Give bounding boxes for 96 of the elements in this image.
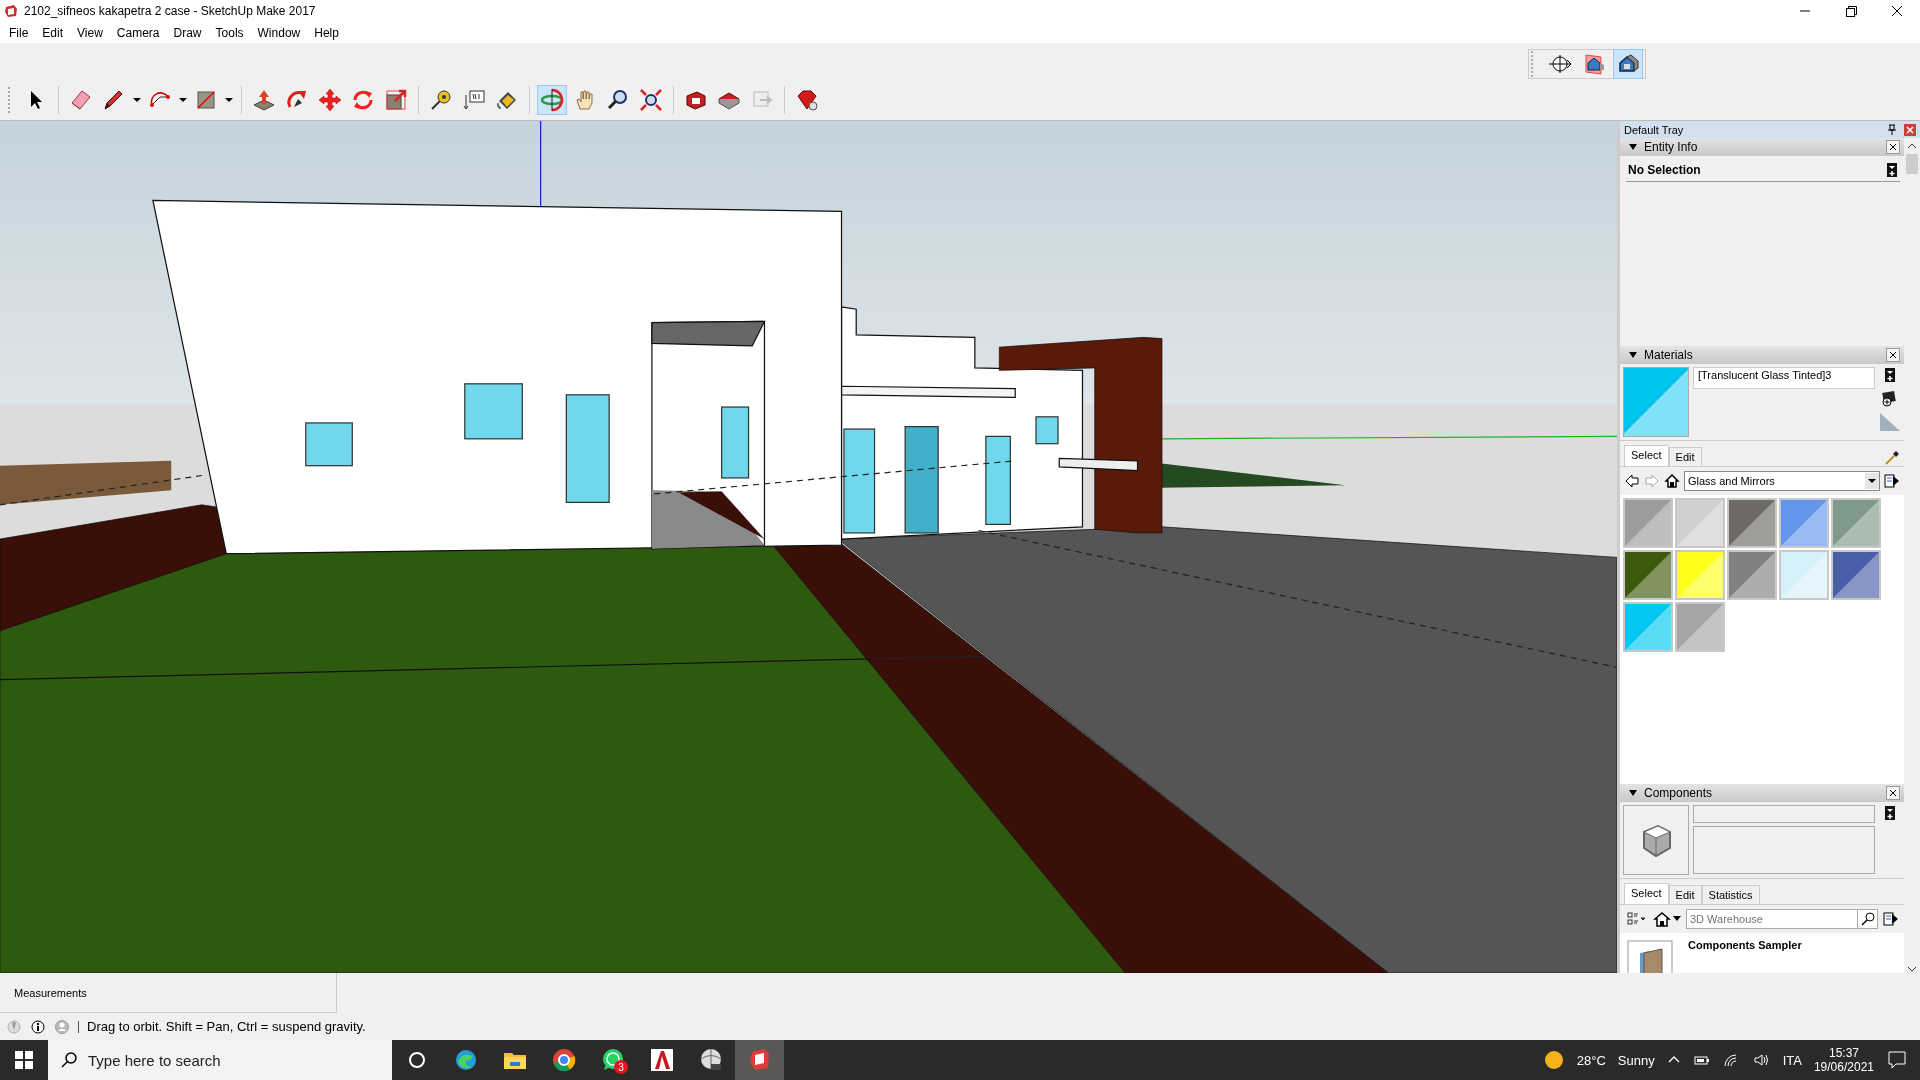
home-icon[interactable] [1664,473,1680,489]
language-indicator[interactable]: ITA [1782,1052,1802,1068]
collapse-triangle-icon[interactable] [1628,788,1638,798]
library-dropdown[interactable]: Glass and Mirrors [1684,471,1880,491]
menu-item[interactable]: Draw [166,25,209,40]
search-icon [60,1051,78,1069]
material-swatch[interactable] [1623,498,1673,548]
windows-logo-icon [15,1051,33,1069]
details-toggle-icon[interactable] [1886,162,1898,178]
caret-icon [133,97,141,102]
user-icon[interactable] [54,1018,70,1035]
caret-icon [179,97,187,102]
menu-item[interactable]: Camera [109,25,167,40]
material-swatch[interactable] [1623,602,1673,652]
material-preview [1623,367,1689,437]
close-icon [1889,143,1897,151]
menu-item[interactable]: View [70,25,110,40]
pin-icon[interactable] [1886,123,1898,136]
close-icon [1889,351,1897,359]
material-swatch[interactable] [1831,550,1881,600]
panel-header[interactable]: Entity Info [1620,138,1904,156]
scroll-thumb[interactable] [1906,154,1918,174]
panel-tab[interactable]: Edit [1668,447,1702,466]
create-material-icon[interactable] [1881,389,1899,407]
component-description-field[interactable] [1693,826,1875,874]
menu-item[interactable]: Help [307,25,346,40]
window-title: 2102_sifneos kakapetra 2 case - SketchUp Make 2017 [24,4,317,18]
battery-icon[interactable] [1692,1053,1711,1067]
taskbar-app-button[interactable]: 3 [588,1040,637,1080]
dropdown-caret-icon [1865,473,1879,489]
warehouse-search-field[interactable]: 3D Warehouse [1686,909,1858,929]
material-swatch[interactable] [1779,550,1829,600]
sun-icon[interactable] [1542,1049,1565,1071]
panel-tab[interactable]: Select [1624,445,1669,466]
status-message: Drag to orbit. Shift = Pan, Ctrl = suspend gravity. [87,1019,366,1034]
notification-badge: 3 [614,1060,628,1074]
panel-tab[interactable]: Edit [1668,885,1702,904]
caret-icon [225,97,233,102]
details-toggle-icon[interactable] [1884,805,1896,821]
details-toggle-icon[interactable] [1884,367,1896,383]
collapse-triangle-icon[interactable] [1628,350,1638,360]
panel-header[interactable]: Components [1620,784,1904,802]
four-way-arrow-icon [317,86,343,113]
zoom-extents-icon [638,86,664,113]
menu-item[interactable]: File [2,25,36,40]
panel-tab[interactable]: Select [1624,883,1669,904]
close-icon [1906,125,1914,134]
material-swatch[interactable] [1727,498,1777,548]
component-name-field[interactable] [1693,805,1875,823]
app-logo-icon [4,4,18,18]
view-options-icon[interactable] [1624,910,1648,928]
orbit-icon [539,86,565,113]
clock[interactable]: 15:37 19/06/2021 [1813,1046,1874,1074]
close-icon [1889,789,1897,797]
close-tray-button[interactable] [1904,123,1916,136]
temperature[interactable]: 28°C [1576,1052,1606,1068]
collapse-triangle-icon[interactable] [1628,142,1638,152]
taskbar-search-field[interactable]: Type here to search [48,1040,392,1080]
material-swatch[interactable] [1623,550,1673,600]
material-swatch[interactable] [1831,498,1881,548]
panel-header[interactable]: Materials [1620,346,1904,364]
material-name-field[interactable]: [Translucent Glass Tinted]3 [1693,367,1875,389]
selection-status: No Selection [1628,163,1701,177]
measurements-label: Measurements [14,986,87,999]
details-arrow-icon[interactable] [1884,473,1900,489]
home-dropdown-icon[interactable] [1652,910,1682,928]
notification-icon[interactable] [1886,1049,1908,1071]
info-icon[interactable] [30,1018,46,1035]
panel-close-button[interactable] [1886,786,1900,800]
menu-item[interactable]: Window [250,25,308,40]
material-swatch[interactable] [1675,550,1725,600]
panel-title: Entity Info [1644,140,1699,154]
taskbar-app-button[interactable] [735,1040,784,1080]
menu-item[interactable]: Tools [208,25,251,40]
tray-title: Default Tray [1624,123,1685,136]
panel-title: Materials [1644,348,1694,362]
component-collection-name[interactable]: Components Sampler [1688,939,1802,951]
scroll-down-icon[interactable] [1907,965,1917,973]
panel-close-button[interactable] [1886,348,1900,362]
panel-title: Components [1644,786,1714,800]
panel-close-button[interactable] [1886,140,1900,154]
panel-tab[interactable]: Statistics [1701,885,1760,904]
search-button[interactable] [1858,909,1878,929]
material-swatch[interactable] [1779,498,1829,548]
material-swatch[interactable] [1675,602,1725,652]
weather-text[interactable]: Sunny [1617,1052,1655,1068]
details-arrow-icon[interactable] [1882,910,1900,928]
menu-item[interactable]: Edit [35,25,71,40]
speaker-icon[interactable] [1752,1053,1771,1067]
material-swatch[interactable] [1727,550,1777,600]
house-tool-button[interactable] [1613,49,1643,79]
scroll-up-icon[interactable] [1907,142,1917,150]
material-swatch[interactable] [1675,498,1725,548]
eyedropper-icon[interactable] [1884,450,1900,466]
orbit-tool-button[interactable] [537,84,567,115]
back-arrow-icon[interactable] [1624,473,1640,489]
